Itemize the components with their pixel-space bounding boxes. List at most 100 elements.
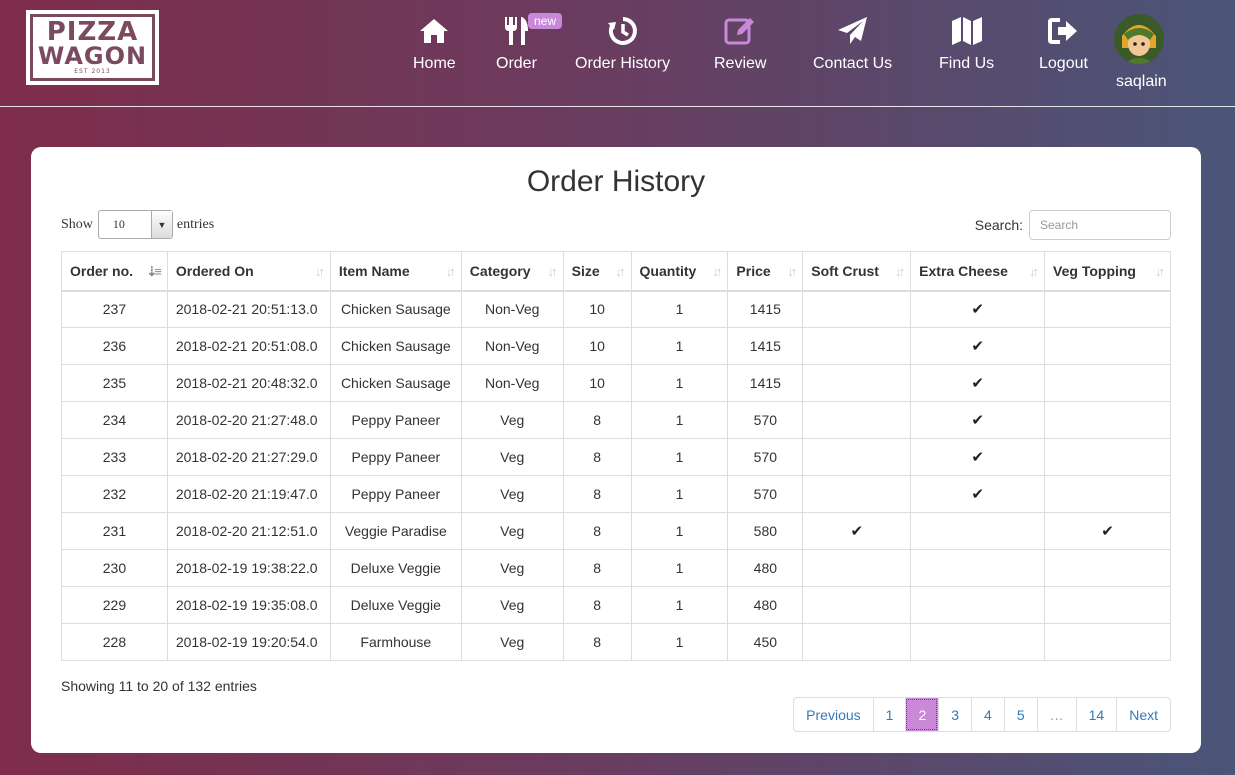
nav-order[interactable]: new Order [496,13,563,73]
table-cell: 570 [727,475,804,513]
search-input[interactable] [1029,210,1171,240]
nav-order-history[interactable]: Order History [575,14,670,73]
col-extra-cheese[interactable]: Extra Cheese ↓↑ [910,251,1046,292]
table-row: 234 2018-02-20 21:27:48.0 Peppy Paneer Veg 8… [61,401,1171,439]
nav-review[interactable]: Review [714,14,766,73]
table-cell: 8 [562,512,632,550]
avatar[interactable] [1114,14,1164,64]
check-icon-cell [1044,475,1171,513]
sort-icon: ↓↑ [1029,264,1039,279]
table-cell: 10 [562,327,632,365]
check-icon-cell [1044,327,1171,365]
table-cell: 229 [61,586,168,624]
check-icon-cell [802,364,912,402]
col-price[interactable]: Price ↓↑ [727,251,804,292]
table-cell: Chicken Sausage [329,290,462,328]
table-cell: 8 [562,401,632,439]
paper-plane-icon [836,14,870,48]
col-veg-topping[interactable]: Veg Topping ↓↑ [1044,251,1171,292]
table-cell: 1415 [727,364,804,402]
table-cell: Non-Veg [460,364,564,402]
nav-order-label: Order [496,55,537,72]
table-cell: Veg [460,512,564,550]
table-row: 231 2018-02-20 21:12:51.0 Veggie Paradise V… [61,512,1171,550]
table-cell: 1 [630,623,729,661]
table-row: 232 2018-02-20 21:19:47.0 Peppy Paneer Veg 8… [61,475,1171,513]
page-title: Order History [526,165,706,198]
nav-home[interactable]: Home [413,14,456,73]
logo-line2: WAGON [37,41,148,70]
nav-order-history-label: Order History [575,55,671,72]
table-cell: Peppy Paneer [329,401,462,439]
page-14-button[interactable]: 14 [1075,698,1117,731]
table-cell: Deluxe Veggie [329,549,462,587]
check-icon-cell [802,327,912,365]
sort-icon: ↓↑ [712,264,722,279]
table-cell: 8 [562,549,632,587]
col-item-name[interactable]: Item Name ↓↑ [329,251,462,292]
table-row: 230 2018-02-19 19:38:22.0 Deluxe Veggie Veg… [61,549,1171,587]
table-cell: Deluxe Veggie [329,586,462,624]
page-4-button[interactable]: 4 [971,698,1004,731]
page-1-button[interactable]: 1 [872,698,906,731]
sort-icon: ↓↑ [445,264,456,279]
map-icon [950,14,984,48]
search-label: Search: [974,217,1023,233]
page-3-button[interactable]: 3 [938,698,971,731]
nav-logout[interactable]: Logout [1039,14,1088,73]
entries-length-control: Show 10 ▼ entries [61,210,214,239]
sort-desc-icon: ⇣≡ [146,264,162,279]
check-icon-cell [910,586,1046,624]
check-icon-cell [910,623,1046,661]
table-cell: Non-Veg [460,327,564,365]
table-cell: 1415 [727,290,804,328]
table-cell: 2018-02-19 19:20:54.0 [166,623,331,661]
page-2-button[interactable]: 2 [905,698,939,731]
table-row: 235 2018-02-21 20:48:32.0 Chicken Sausage N… [61,364,1171,402]
previous-button[interactable]: Previous [794,698,872,731]
col-quantity[interactable]: Quantity ↓↑ [630,251,729,292]
page-5-button[interactable]: 5 [1003,698,1037,731]
table-cell: 2018-02-21 20:51:08.0 [166,327,331,365]
search-control: Search: [975,210,1171,240]
check-icon-cell [910,549,1046,587]
col-ordered-on[interactable]: Ordered On ↓↑ [166,251,331,292]
col-order-no[interactable]: Order no. ⇣≡ [61,251,168,292]
col-soft-crust[interactable]: Soft Crust ↓↑ [802,251,912,292]
nav-review-label: Review [714,55,767,72]
table-cell: 1 [630,438,729,476]
table-cell: 8 [562,475,632,513]
check-icon-cell [802,401,912,439]
table-row: 229 2018-02-19 19:35:08.0 Deluxe Veggie Veg… [61,586,1171,624]
table-cell: Peppy Paneer [329,475,462,513]
sort-icon: ↓↑ [615,264,626,279]
nav-contact-us[interactable]: Contact Us [813,14,892,73]
nav-find-us[interactable]: Find Us [939,14,994,73]
nav-contact-us-label: Contact Us [813,55,893,72]
table-cell: 237 [61,290,168,328]
table-info: Showing 11 to 20 of 132 entries [61,678,257,694]
table-cell: 450 [727,623,804,661]
chevron-down-icon: ▼ [150,211,172,238]
table-cell: 236 [61,327,168,365]
pagination-ellipsis: … [1036,698,1076,731]
table-cell: 228 [61,623,168,661]
next-button[interactable]: Next [1116,698,1170,731]
show-label: Show [61,216,93,232]
entries-label: entries [176,216,215,232]
check-icon-cell [910,512,1046,550]
col-category[interactable]: Category ↓↑ [460,251,564,292]
table-cell: 2018-02-19 19:38:22.0 [166,549,331,587]
pizza-wagon-logo[interactable]: PIZZA WAGON EST 2013 [26,10,159,85]
table-cell: 580 [727,512,804,550]
check-icon-cell [802,475,912,513]
entries-select-value: 10 [112,217,125,231]
entries-select[interactable]: 10 ▼ [97,210,173,239]
check-icon-cell [1044,623,1171,661]
table-cell: 8 [562,623,632,661]
nav-logout-label: Logout [1039,55,1088,72]
col-size[interactable]: Size ↓↑ [562,251,632,292]
sort-icon: ↓↑ [787,264,797,279]
check-icon-cell: ✔ [910,327,1046,365]
table-cell: 2018-02-20 21:12:51.0 [166,512,331,550]
